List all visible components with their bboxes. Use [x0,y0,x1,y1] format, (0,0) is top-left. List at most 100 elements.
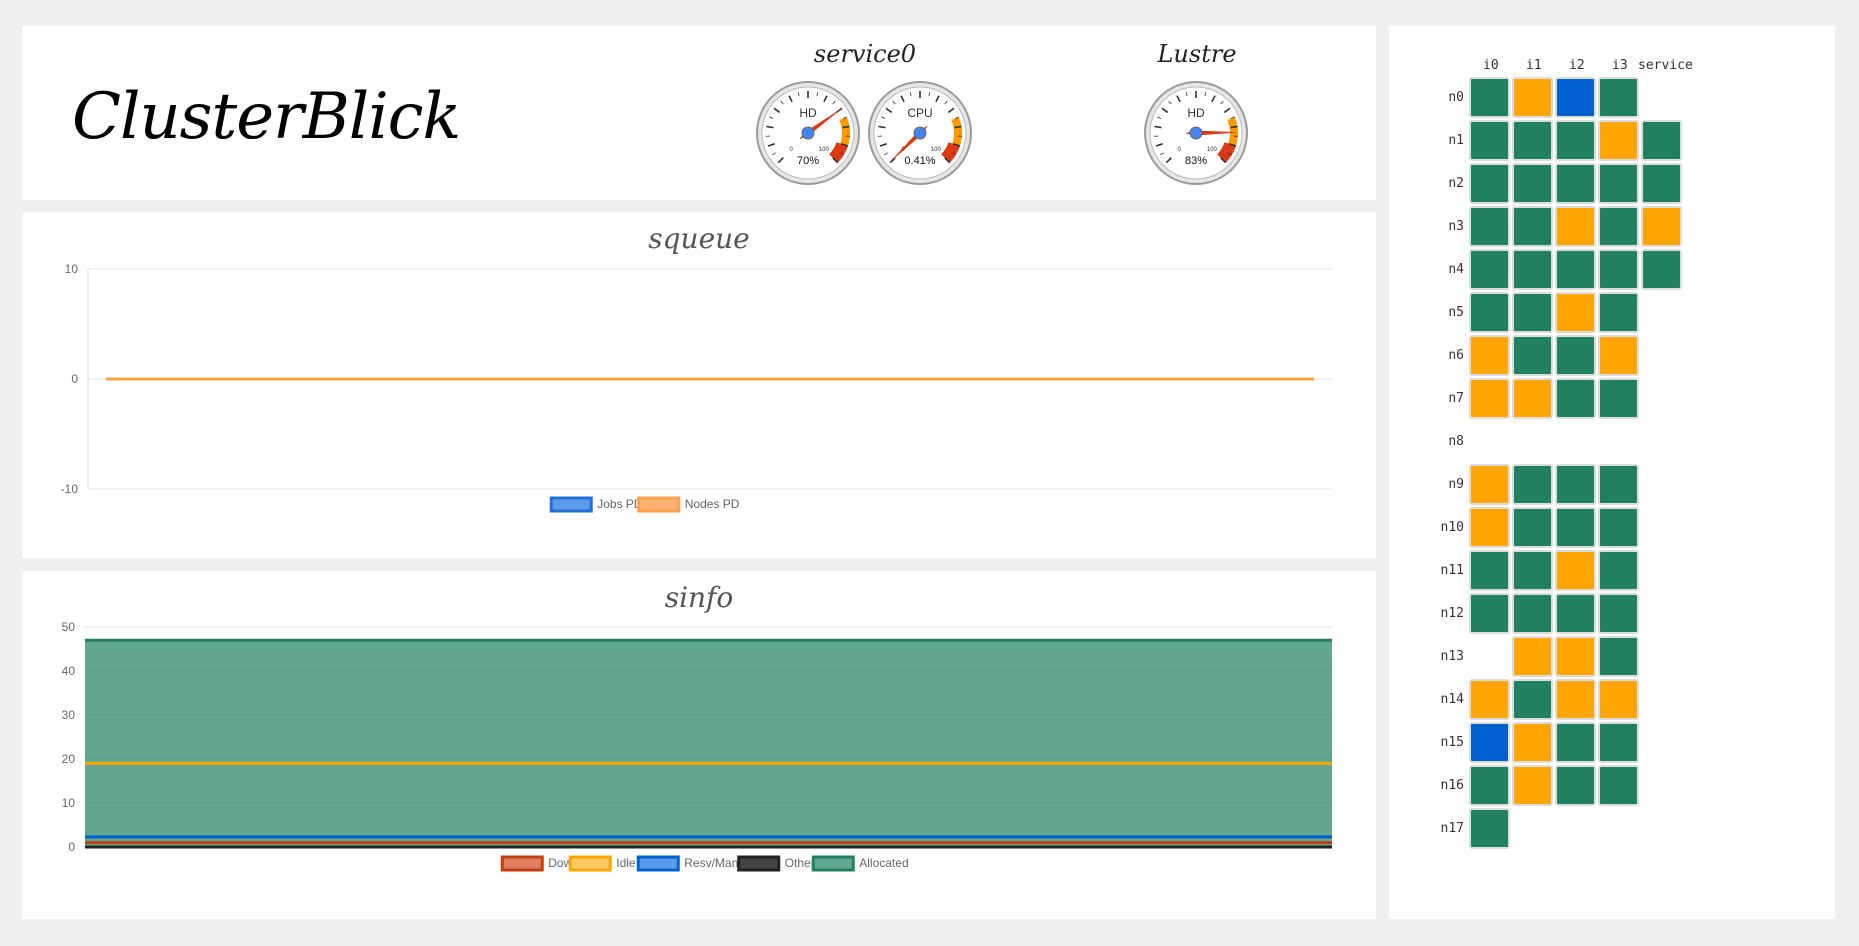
node-cell-n4-service[interactable] [1641,249,1682,290]
gauge-label: CPU [907,106,932,120]
node-cell-n3-i3[interactable] [1598,206,1639,247]
node-cell-n3-i2[interactable] [1555,206,1596,247]
node-cell-n12-i2[interactable] [1555,593,1596,634]
node-cell-n13-i1[interactable] [1512,636,1553,677]
node-cell-n14-i3[interactable] [1598,679,1639,720]
gauge-max-label: 100 [819,147,830,153]
app-title: ClusterBlick [72,80,461,154]
series-area-allocated [85,640,1332,847]
y-tick-label: 30 [62,708,76,722]
legend-label: Resv/Mant [684,856,742,870]
node-cell-n16-i3[interactable] [1598,765,1639,806]
node-cell-n6-i0[interactable] [1469,335,1510,376]
node-cell-n9-i2[interactable] [1555,464,1596,505]
grid-row-label-n14: n14 [1440,692,1464,707]
legend-swatch-down [500,855,544,872]
node-cell-n1-i1[interactable] [1512,120,1553,161]
node-cell-n9-i0[interactable] [1469,464,1510,505]
node-cell-n10-i2[interactable] [1555,507,1596,548]
node-cell-n12-i0[interactable] [1469,593,1510,634]
grid-column-header-i0: i0 [1483,58,1499,73]
grid-row-label-n11: n11 [1440,563,1464,578]
legend-swatch-allocated [811,855,855,872]
node-cell-n16-i2[interactable] [1555,765,1596,806]
node-cell-n10-i3[interactable] [1598,507,1639,548]
node-cell-n6-i2[interactable] [1555,335,1596,376]
node-cell-n9-i3[interactable] [1598,464,1639,505]
node-cell-n0-i0[interactable] [1469,77,1510,118]
node-cell-n3-i0[interactable] [1469,206,1510,247]
grid-row-label-n12: n12 [1440,606,1464,621]
node-cell-n5-i1[interactable] [1512,292,1553,333]
node-cell-n11-i3[interactable] [1598,550,1639,591]
node-cell-n14-i1[interactable] [1512,679,1553,720]
node-cell-n12-i1[interactable] [1512,593,1553,634]
node-cell-n7-i3[interactable] [1598,378,1639,419]
legend-swatch-nodes-pd [637,496,681,513]
node-cell-n2-i1[interactable] [1512,163,1553,204]
y-tick-label: 40 [62,664,76,678]
node-cell-n7-i0[interactable] [1469,378,1510,419]
node-cell-n14-i2[interactable] [1555,679,1596,720]
node-cell-n1-i0[interactable] [1469,120,1510,161]
node-cell-n4-i1[interactable] [1512,249,1553,290]
grid-row-label-n9: n9 [1448,477,1464,492]
node-cell-n16-i1[interactable] [1512,765,1553,806]
grid-row-label-n4: n4 [1448,262,1464,277]
node-cell-n0-i3[interactable] [1598,77,1639,118]
node-cell-n10-i1[interactable] [1512,507,1553,548]
node-cell-n2-i0[interactable] [1469,163,1510,204]
node-cell-n7-i1[interactable] [1512,378,1553,419]
grid-column-header-i2: i2 [1569,58,1585,73]
node-cell-n3-service[interactable] [1641,206,1682,247]
node-cell-n2-i2[interactable] [1555,163,1596,204]
gauge-service0-hd: 0 100 HD 70% [755,80,861,186]
node-cell-n10-i0[interactable] [1469,507,1510,548]
node-cell-n5-i0[interactable] [1469,292,1510,333]
node-cell-n5-i3[interactable] [1598,292,1639,333]
node-cell-n11-i1[interactable] [1512,550,1553,591]
node-cell-n0-i1[interactable] [1512,77,1553,118]
node-cell-n15-i1[interactable] [1512,722,1553,763]
node-cell-n13-i3[interactable] [1598,636,1639,677]
grid-column-header-service: service [1638,58,1693,73]
node-cell-n14-i0[interactable] [1469,679,1510,720]
node-cell-n0-i2[interactable] [1555,77,1596,118]
node-cell-n1-i3[interactable] [1598,120,1639,161]
y-tick-label: 50 [62,620,76,634]
node-cell-n6-i3[interactable] [1598,335,1639,376]
legend-label: Nodes PD [685,497,740,511]
node-cell-n4-i0[interactable] [1469,249,1510,290]
node-cell-n4-i2[interactable] [1555,249,1596,290]
node-cell-n7-i2[interactable] [1555,378,1596,419]
node-cell-n1-service[interactable] [1641,120,1682,161]
node-cell-n2-i3[interactable] [1598,163,1639,204]
node-cell-n13-i2[interactable] [1555,636,1596,677]
gauge-service0-cpu: 0100CPU0.41% [867,80,973,186]
node-cell-n11-i2[interactable] [1555,550,1596,591]
node-cell-n16-i0[interactable] [1469,765,1510,806]
node-cell-n1-i2[interactable] [1555,120,1596,161]
node-cell-n3-i1[interactable] [1512,206,1553,247]
legend-label: Idle [616,856,636,870]
node-cell-n2-service[interactable] [1641,163,1682,204]
gauge-value: 83% [1185,155,1207,167]
legend-label: Allocated [859,856,908,870]
node-cell-n15-i3[interactable] [1598,722,1639,763]
node-cell-n9-i1[interactable] [1512,464,1553,505]
node-cell-n15-i0[interactable] [1469,722,1510,763]
node-cell-n17-i0[interactable] [1469,808,1510,849]
node-cell-n11-i0[interactable] [1469,550,1510,591]
node-cell-n6-i1[interactable] [1512,335,1553,376]
node-cell-n15-i2[interactable] [1555,722,1596,763]
grid-row-label-n13: n13 [1440,649,1464,664]
grid-row-label-n5: n5 [1448,305,1464,320]
legend-swatch-other [737,855,781,872]
node-cell-n4-i3[interactable] [1598,249,1639,290]
y-tick-label: 0 [68,840,75,854]
node-cell-n12-i3[interactable] [1598,593,1639,634]
gauge-label: HD [799,106,817,120]
node-cell-n5-i2[interactable] [1555,292,1596,333]
legend-label: Jobs PD [597,497,643,511]
squeue-chart: 10 0 -10 Jobs PD Nodes PD [61,262,1332,513]
